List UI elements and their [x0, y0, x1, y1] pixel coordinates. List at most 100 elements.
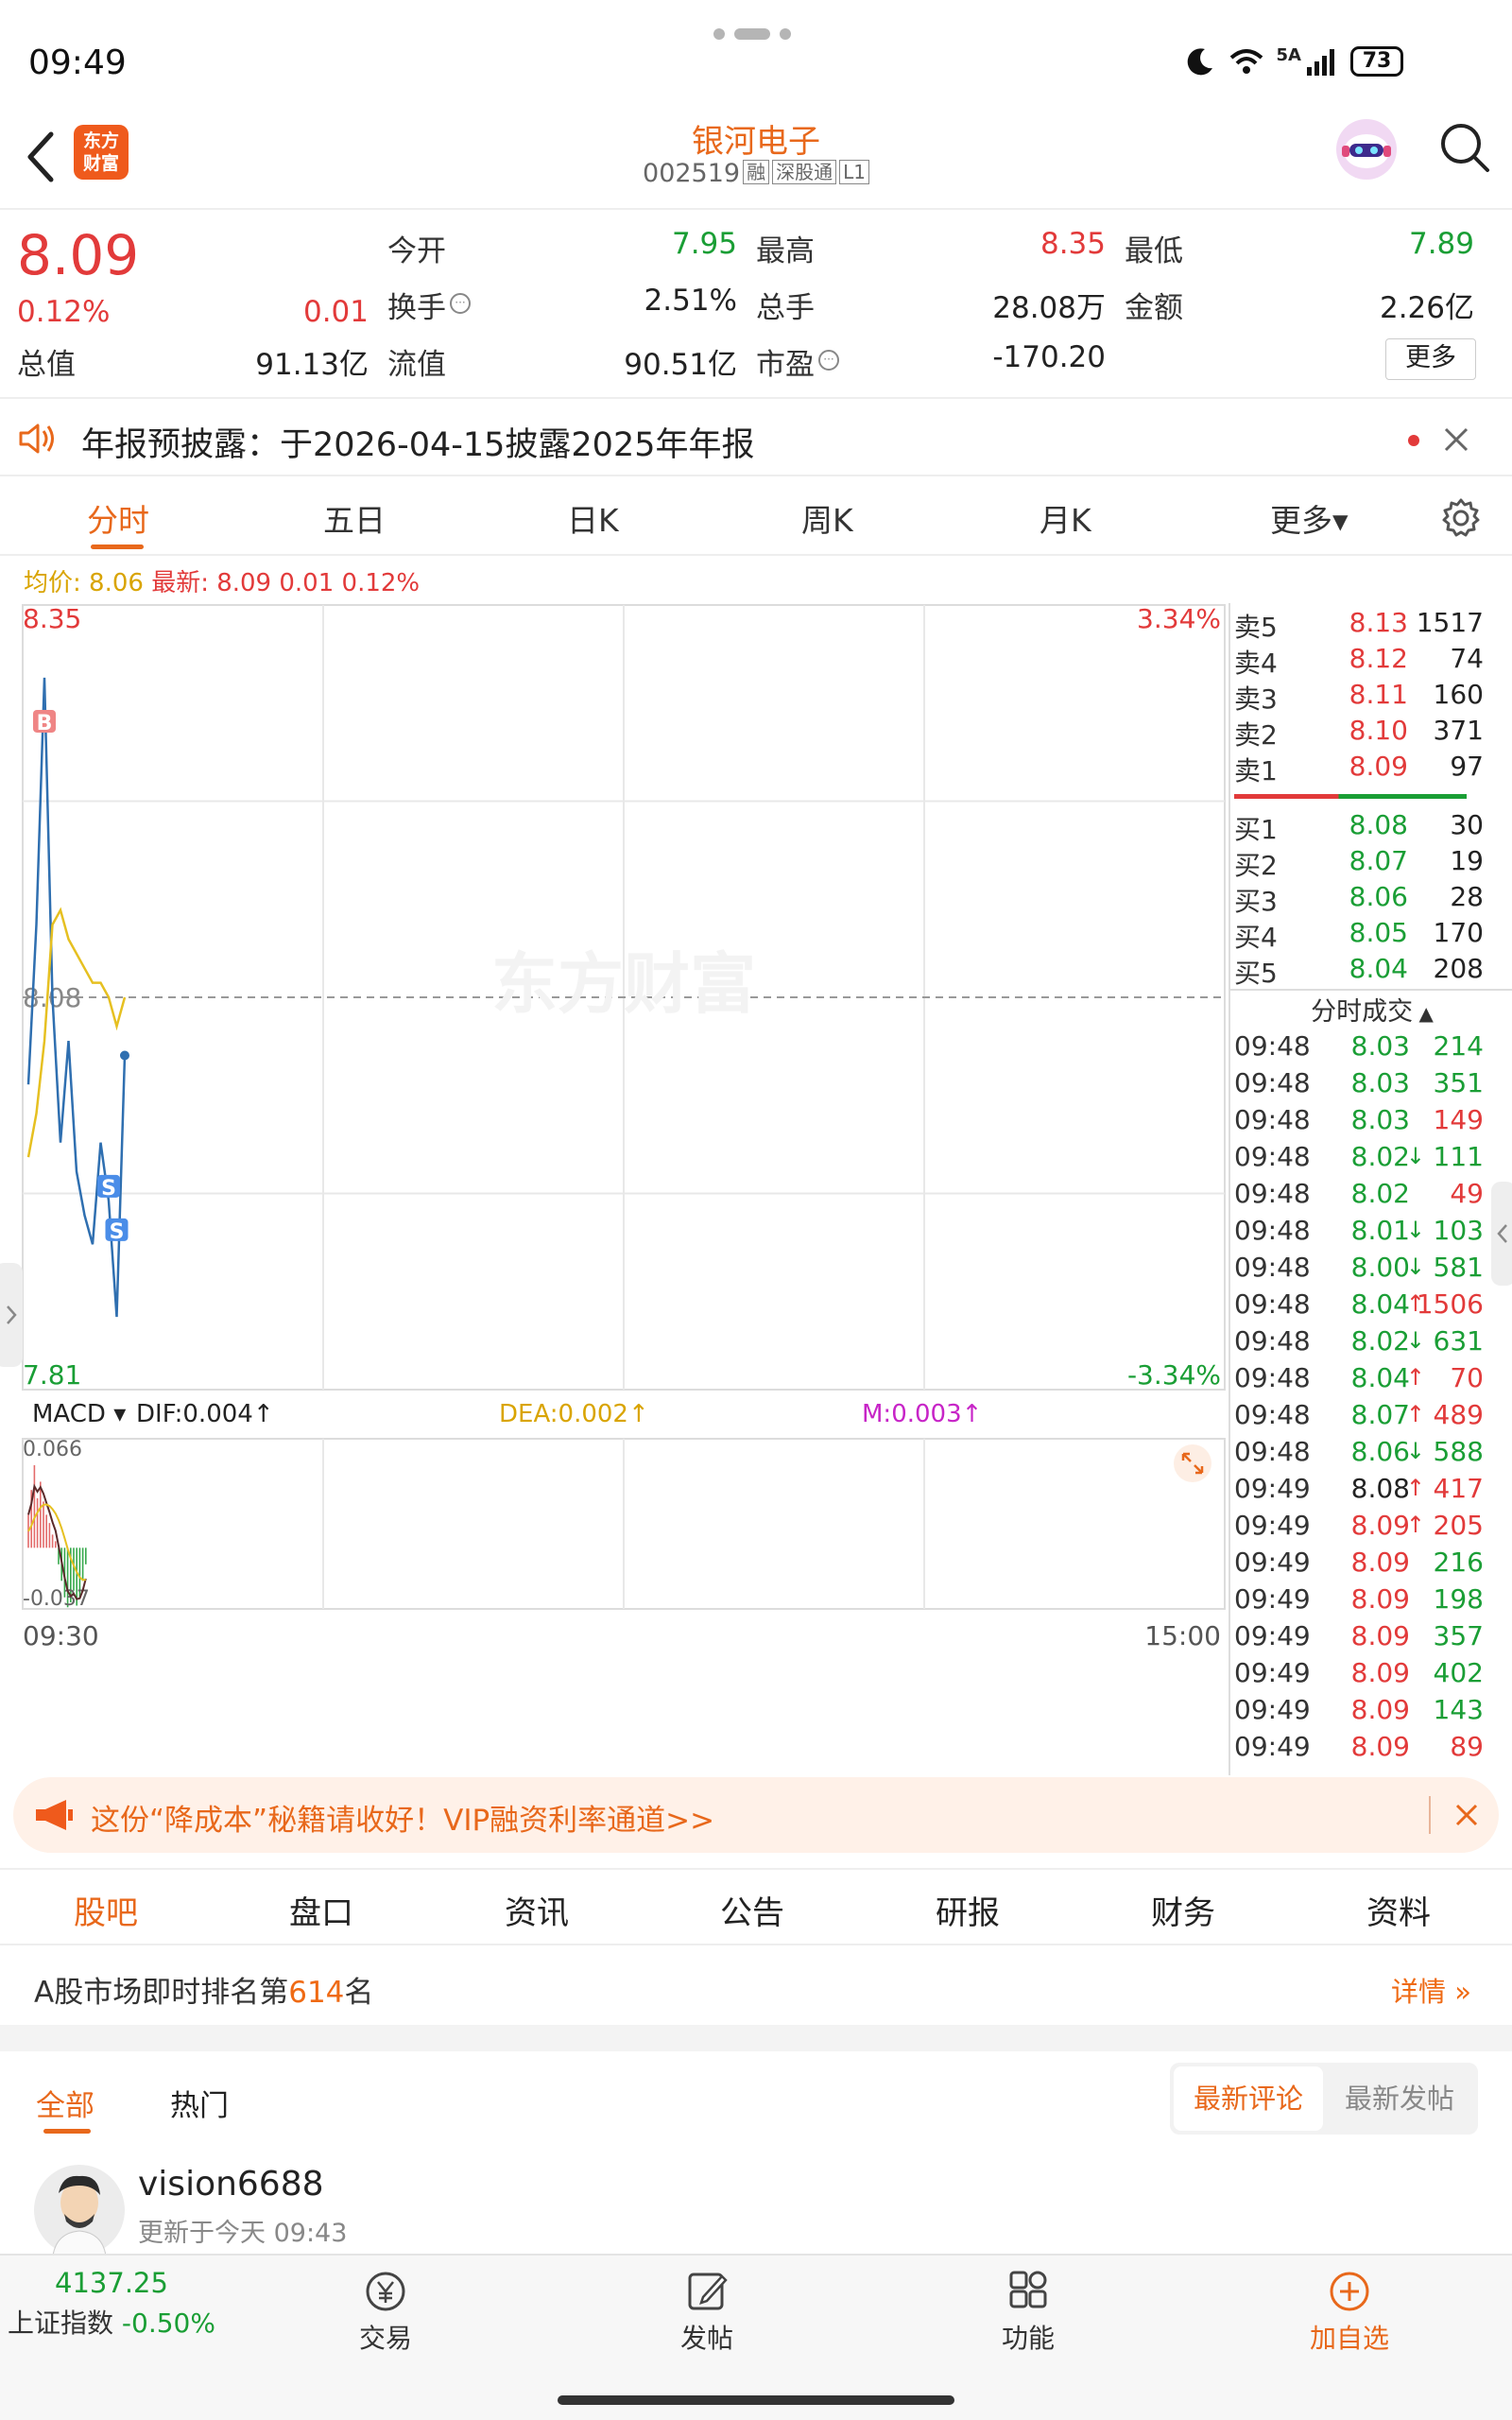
expand-icon[interactable]: [1174, 1444, 1211, 1482]
robot-assistant-icon[interactable]: [1331, 113, 1402, 185]
tag-connect: 深股通: [772, 160, 837, 184]
quote-value-2: 7.89: [1408, 227, 1474, 261]
bid-row[interactable]: 买2 8.07 19: [1230, 845, 1512, 881]
ranking-detail-link[interactable]: 详情 »: [1391, 1970, 1471, 2010]
tick-price: 8.03: [1350, 1104, 1410, 1135]
index-widget[interactable]: 4137.25 上证指数 -0.50%: [0, 2267, 223, 2341]
tab-research[interactable]: 研报: [936, 1887, 1000, 1933]
bid-row[interactable]: 买3 8.06 28: [1230, 881, 1512, 917]
tick-volume: 111: [1433, 1141, 1484, 1172]
tab-guba[interactable]: 股吧: [74, 1887, 138, 1933]
tick-row: 09:48 8.06 ↓ 588: [1230, 1436, 1512, 1472]
status-bar: 09:49 5A 73: [0, 0, 1512, 113]
bid-row[interactable]: 买4 8.05 170: [1230, 917, 1512, 953]
active-tab-underline: [91, 544, 144, 549]
quote-panel: 8.09 0.12% 0.01 总值 91.13亿 今开 7.95 最高 8.35 最低…: [0, 212, 1512, 393]
tick-volume: 631: [1433, 1325, 1484, 1357]
ask-row[interactable]: 卖2 8.10 371: [1230, 715, 1512, 751]
bid-row[interactable]: 买1 8.08 30: [1230, 809, 1512, 845]
filter-all[interactable]: 全部: [36, 2082, 94, 2124]
post-username[interactable]: vision6688: [138, 2165, 324, 2204]
nav-add-watchlist[interactable]: 加自选: [1293, 2269, 1406, 2356]
tab-intraday[interactable]: 分时: [87, 495, 149, 541]
quote-value-1: 8.35: [1040, 227, 1106, 261]
tick-direction: ↓: [1405, 1253, 1425, 1280]
ask-label: 卖3: [1234, 683, 1278, 715]
tab-more[interactable]: 更多▾: [1270, 495, 1349, 541]
grid-icon: [1009, 2271, 1047, 2308]
ask-row[interactable]: 卖3 8.11 160: [1230, 679, 1512, 715]
bid-volume: 208: [1433, 953, 1484, 984]
quote-value-5: 2.26亿: [1379, 291, 1474, 325]
change-amount: 0.01: [302, 295, 369, 329]
x-end-label: 15:00: [1144, 1620, 1221, 1651]
quote-label-2: 最低: [1125, 234, 1183, 268]
average-price-line: [26, 907, 127, 1158]
stock-name: 银河电子: [692, 123, 820, 161]
tab-monthly-k[interactable]: 月K: [1040, 495, 1091, 541]
tab-five-day[interactable]: 五日: [323, 495, 386, 541]
tick-time: 09:48: [1234, 1252, 1311, 1283]
settings-gear-icon[interactable]: [1440, 497, 1482, 539]
info-icon[interactable]: ···: [450, 293, 471, 314]
tick-price: 8.06: [1350, 1436, 1410, 1467]
tick-time: 09:48: [1234, 1104, 1311, 1135]
collapse-panel-tab[interactable]: [1491, 1182, 1512, 1286]
chart-area[interactable]: 均价: 8.06 最新: 8.09 0.01 0.12% 东方财富 8.35 7.8…: [0, 558, 1228, 1777]
tick-row: 09:48 8.02 ↓ 111: [1230, 1141, 1512, 1177]
expand-left-tab[interactable]: [0, 1263, 23, 1367]
sort-latest-post[interactable]: 最新发帖: [1325, 2066, 1474, 2131]
multitask-indicator[interactable]: [713, 28, 791, 40]
ask-row[interactable]: 卖5 8.13 1517: [1230, 607, 1512, 643]
ranking-bar[interactable]: A股市场即时排名第614名 详情 »: [0, 1947, 1512, 2025]
tab-daily-k[interactable]: 日K: [567, 495, 619, 541]
ticks-title[interactable]: 分时成交 ▲: [1230, 991, 1512, 1028]
nav-post[interactable]: 发帖: [650, 2269, 764, 2356]
bid-label: 买1: [1234, 814, 1278, 845]
current-price: 8.09: [17, 223, 140, 287]
promo-text: 这份“降成本”秘籍请收好！VIP融资利率通道>>: [91, 1804, 715, 1838]
post-item[interactable]: vision6688 更新于今天 09:43: [0, 2155, 1512, 2256]
announcement-bar[interactable]: 年报预披露：于2026-04-15披露2025年年报: [0, 397, 1512, 476]
ask-row[interactable]: 卖1 8.09 97: [1230, 751, 1512, 786]
avatar[interactable]: [34, 2165, 125, 2256]
more-quote-button[interactable]: 更多: [1385, 338, 1476, 380]
ask-price: 8.12: [1349, 643, 1408, 674]
home-indicator[interactable]: [558, 2395, 954, 2405]
edit-icon: [688, 2273, 728, 2310]
macd-max-label: 0.066: [23, 1438, 82, 1461]
tick-volume: 143: [1433, 1694, 1484, 1725]
speaker-icon: [19, 424, 54, 454]
tab-announcements[interactable]: 公告: [720, 1887, 784, 1933]
tick-direction: ↑: [1405, 1512, 1425, 1538]
section-separator: [0, 2025, 1512, 2051]
tick-price: 8.09: [1350, 1620, 1410, 1651]
tab-profile[interactable]: 资料: [1366, 1887, 1431, 1933]
intraday-chart[interactable]: 东方财富8.357.818.083.34%-3.34%BSSMACD ▾ DIF:…: [0, 558, 1228, 1777]
tick-price: 8.09: [1350, 1731, 1410, 1762]
filter-hot[interactable]: 热门: [170, 2082, 229, 2124]
tab-finance[interactable]: 财务: [1151, 1887, 1215, 1933]
yuan-coin-icon: [366, 2272, 405, 2311]
tick-time: 09:48: [1234, 1325, 1311, 1357]
tab-pankou[interactable]: 盘口: [289, 1887, 353, 1933]
tick-price: 8.09: [1350, 1547, 1410, 1578]
sort-latest-comment[interactable]: 最新评论: [1174, 2066, 1323, 2131]
search-icon[interactable]: [1436, 119, 1493, 176]
tab-weekly-k[interactable]: 周K: [801, 495, 853, 541]
tick-row: 09:48 8.02 49: [1230, 1178, 1512, 1214]
info-icon[interactable]: ···: [818, 350, 839, 371]
nav-trade[interactable]: 交易: [329, 2269, 442, 2356]
tick-price: 8.08: [1350, 1473, 1410, 1504]
index-value: 4137.25: [55, 2267, 168, 2299]
bid-row[interactable]: 买5 8.04 208: [1230, 953, 1512, 989]
nav-functions[interactable]: 功能: [971, 2269, 1085, 2356]
tab-news[interactable]: 资讯: [505, 1887, 569, 1933]
close-icon[interactable]: [1440, 424, 1472, 456]
ask-row[interactable]: 卖4 8.12 74: [1230, 643, 1512, 679]
tick-row: 09:49 8.09 143: [1230, 1694, 1512, 1730]
tick-time: 09:49: [1234, 1510, 1311, 1541]
promo-banner[interactable]: 这份“降成本”秘籍请收好！VIP融资利率通道>>: [13, 1777, 1499, 1853]
promo-close-icon[interactable]: [1452, 1800, 1482, 1830]
status-icons: 5A 73: [1184, 45, 1403, 78]
